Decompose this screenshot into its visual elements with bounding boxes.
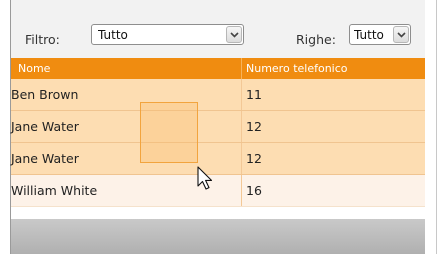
rows-label: Righe:: [296, 32, 336, 47]
column-separator: [241, 79, 242, 110]
filter-dropdown[interactable]: Tutto: [91, 24, 244, 45]
cell-phone: 11: [246, 87, 262, 102]
cell-name: Jane Water: [11, 119, 79, 134]
filter-dropdown-value: Tutto: [98, 28, 128, 42]
column-separator: [241, 58, 242, 79]
grid-footer: [11, 219, 425, 254]
filter-label: Filtro:: [25, 32, 60, 47]
filter-dropdown-button[interactable]: [226, 26, 242, 43]
chevron-down-icon: [397, 32, 406, 38]
rows-dropdown[interactable]: Tutto: [349, 24, 411, 45]
drag-selection-box: [140, 102, 198, 163]
table-row[interactable]: Ben Brown 11: [11, 79, 425, 111]
mouse-pointer-icon: [197, 166, 213, 190]
cell-phone: 12: [246, 119, 262, 134]
column-separator: [241, 175, 242, 206]
column-header-phone[interactable]: Numero telefonico: [246, 62, 348, 75]
table-row[interactable]: William White 16: [11, 175, 425, 207]
table-row[interactable]: Jane Water 12: [11, 111, 425, 143]
chevron-down-icon: [230, 32, 239, 38]
column-separator: [241, 111, 242, 142]
cell-name: William White: [11, 183, 98, 198]
filter-toolbar: Filtro: Tutto Righe: Tutto: [11, 0, 425, 58]
column-separator: [241, 143, 242, 174]
rows-dropdown-button[interactable]: [393, 26, 409, 43]
cell-phone: 12: [246, 151, 262, 166]
cell-name: Jane Water: [11, 151, 79, 166]
cell-phone: 16: [246, 183, 262, 198]
column-header-name[interactable]: Nome: [18, 62, 50, 75]
phone-grid: Nome Numero telefonico Ben Brown 11 Jane…: [11, 58, 425, 207]
cell-name: Ben Brown: [11, 87, 79, 102]
rows-dropdown-value: Tutto: [354, 28, 384, 42]
table-row[interactable]: Jane Water 12: [11, 143, 425, 175]
grid-header: Nome Numero telefonico: [11, 58, 425, 79]
